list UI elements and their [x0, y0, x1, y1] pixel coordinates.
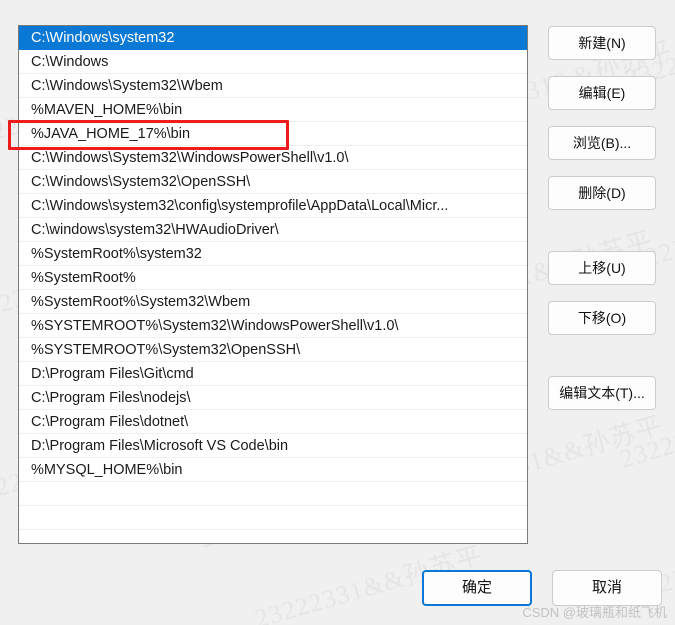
path-list-item[interactable]: %MAVEN_HOME%\bin [19, 98, 527, 122]
path-list-item-empty[interactable] [19, 506, 527, 530]
browse-button[interactable]: 浏览(B)... [548, 126, 656, 160]
path-list-item[interactable]: D:\Program Files\Microsoft VS Code\bin [19, 434, 527, 458]
path-list-item[interactable]: C:\windows\system32\HWAudioDriver\ [19, 218, 527, 242]
path-list-item[interactable]: %SYSTEMROOT%\System32\OpenSSH\ [19, 338, 527, 362]
path-list-item[interactable]: C:\Windows\system32 [19, 26, 527, 50]
new-button[interactable]: 新建(N) [548, 26, 656, 60]
path-list-item[interactable]: C:\Program Files\nodejs\ [19, 386, 527, 410]
ok-button[interactable]: 确定 [422, 570, 532, 606]
path-list-item[interactable]: C:\Windows\System32\WindowsPowerShell\v1… [19, 146, 527, 170]
path-list-item[interactable]: %SystemRoot%\System32\Wbem [19, 290, 527, 314]
path-list-item[interactable]: %SystemRoot% [19, 266, 527, 290]
move-up-button[interactable]: 上移(U) [548, 251, 656, 285]
path-list-item[interactable]: C:\Windows [19, 50, 527, 74]
delete-button[interactable]: 删除(D) [548, 176, 656, 210]
path-list-item[interactable]: %SYSTEMROOT%\System32\WindowsPowerShell\… [19, 314, 527, 338]
move-down-button[interactable]: 下移(O) [548, 301, 656, 335]
path-list-item[interactable]: %SystemRoot%\system32 [19, 242, 527, 266]
path-list-item[interactable]: %MYSQL_HOME%\bin [19, 458, 527, 482]
path-list-item[interactable]: C:\Program Files\dotnet\ [19, 410, 527, 434]
path-list-item[interactable]: D:\Program Files\Git\cmd [19, 362, 527, 386]
path-list-item[interactable]: %JAVA_HOME_17%\bin [19, 122, 527, 146]
cancel-button[interactable]: 取消 [552, 570, 662, 606]
csdn-watermark: CSDN @玻璃瓶和纸飞机 [522, 605, 667, 620]
path-list[interactable]: C:\Windows\system32 C:\Windows C:\Windows\… [18, 25, 528, 544]
edit-text-button[interactable]: 编辑文本(T)... [548, 376, 656, 410]
path-list-item[interactable]: C:\Windows\System32\OpenSSH\ [19, 170, 527, 194]
edit-button[interactable]: 编辑(E) [548, 76, 656, 110]
path-list-item[interactable]: C:\Windows\system32\config\systemprofile… [19, 194, 527, 218]
path-list-item[interactable]: C:\Windows\System32\Wbem [19, 74, 527, 98]
path-list-item-empty[interactable] [19, 482, 527, 506]
